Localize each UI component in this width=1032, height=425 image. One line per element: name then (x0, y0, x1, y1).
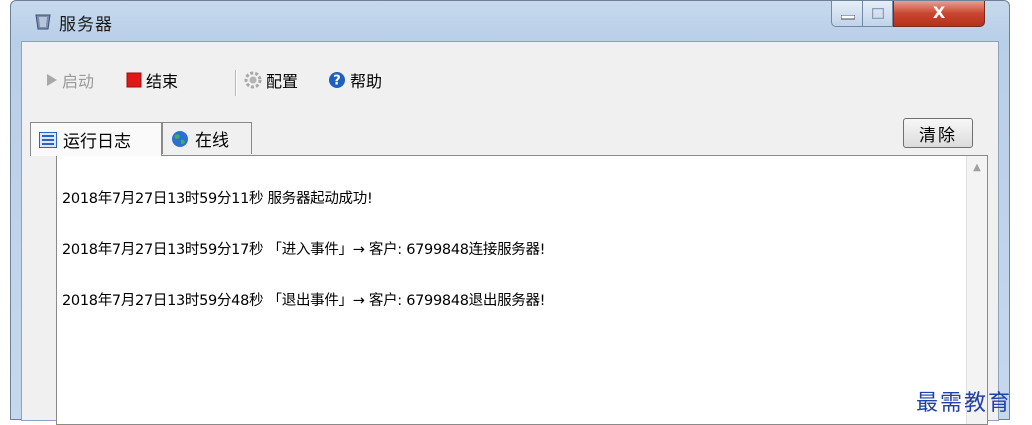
log-lines: 2018年7月27日13时59分11秒 服务器起动成功! 2018年7月27日1… (62, 157, 545, 344)
vertical-scrollbar[interactable]: ▲ (966, 156, 987, 424)
help-label: 帮助 (350, 72, 383, 91)
start-label: 启动 (62, 72, 95, 91)
list-icon (39, 131, 57, 148)
config-label: 配置 (266, 72, 299, 91)
window-title: 服务器 (59, 15, 113, 35)
toolbar: 启动 结束 配置 ? 帮助 (22, 67, 998, 97)
stop-label: 结束 (146, 72, 179, 91)
tab-run-log-label: 运行日志 (63, 132, 131, 152)
app-icon (35, 14, 51, 30)
maximize-button[interactable] (863, 1, 893, 27)
watermark-text: 最需教育 (916, 391, 1013, 416)
tab-online-label: 在线 (195, 131, 229, 151)
gear-icon (244, 71, 262, 89)
tab-run-log[interactable]: 运行日志 (30, 122, 162, 156)
start-button[interactable]: 启动 (46, 67, 94, 93)
log-line: 2018年7月27日13时59分11秒 服务器起动成功! (62, 191, 373, 207)
play-icon (47, 74, 57, 86)
help-button[interactable]: ? 帮助 (328, 67, 382, 93)
tab-online[interactable]: 在线 (162, 122, 252, 154)
minimize-button[interactable] (831, 1, 863, 27)
log-line: 2018年7月27日13时59分17秒 「进入事件」→ 客户: 6799848连… (62, 242, 546, 258)
config-button[interactable]: 配置 (244, 67, 298, 93)
minimize-icon (841, 15, 855, 20)
client-area: 启动 结束 配置 ? 帮助 运行日志 在线 清除 2018年7月27日13时59… (21, 41, 999, 425)
stop-icon (126, 72, 142, 88)
scroll-up-arrow-icon[interactable]: ▲ (967, 162, 987, 173)
stop-button[interactable]: 结束 (126, 67, 178, 93)
globe-icon (172, 130, 188, 147)
close-button[interactable]: X (893, 1, 985, 27)
clear-button[interactable]: 清除 (903, 118, 973, 148)
svg-text:?: ? (333, 74, 341, 89)
server-window: 服务器 X 启动 结束 配置 ? 帮助 运行日志 在线 清除 2018年7月27… (10, 0, 1010, 425)
maximize-icon (872, 8, 884, 19)
title-bar[interactable]: 服务器 X (11, 1, 1009, 41)
log-line: 2018年7月27日13时59分48秒 「退出事件」→ 客户: 6799848退… (62, 293, 546, 309)
help-icon: ? (329, 72, 345, 89)
toolbar-separator (235, 70, 237, 96)
close-icon: X (932, 3, 946, 22)
log-textarea[interactable]: 2018年7月27日13时59分11秒 服务器起动成功! 2018年7月27日1… (56, 155, 988, 425)
